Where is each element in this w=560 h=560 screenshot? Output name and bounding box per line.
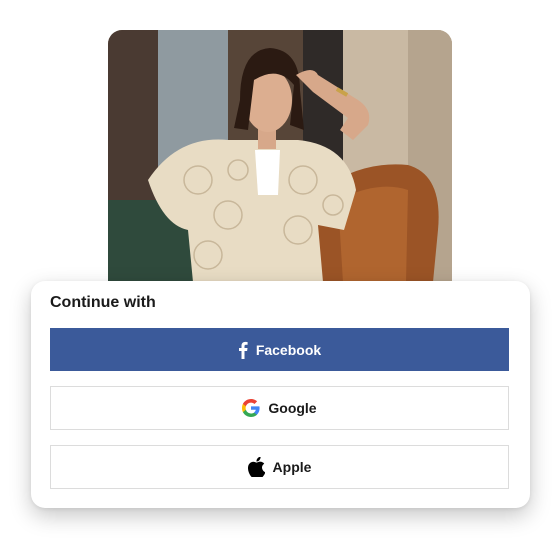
continue-with-heading: Continue with [50, 294, 156, 311]
apple-label: Apple [272, 459, 312, 475]
google-icon [242, 399, 260, 417]
hero-photo [108, 30, 452, 282]
google-label: Google [268, 400, 317, 416]
apple-button[interactable]: Apple [50, 445, 509, 489]
facebook-label: Facebook [255, 341, 322, 358]
apple-icon [247, 457, 265, 477]
signin-card: Continue with Facebook Google Apple [31, 281, 530, 508]
facebook-icon [238, 341, 248, 359]
facebook-button[interactable]: Facebook [50, 328, 509, 371]
google-button[interactable]: Google [50, 386, 509, 430]
